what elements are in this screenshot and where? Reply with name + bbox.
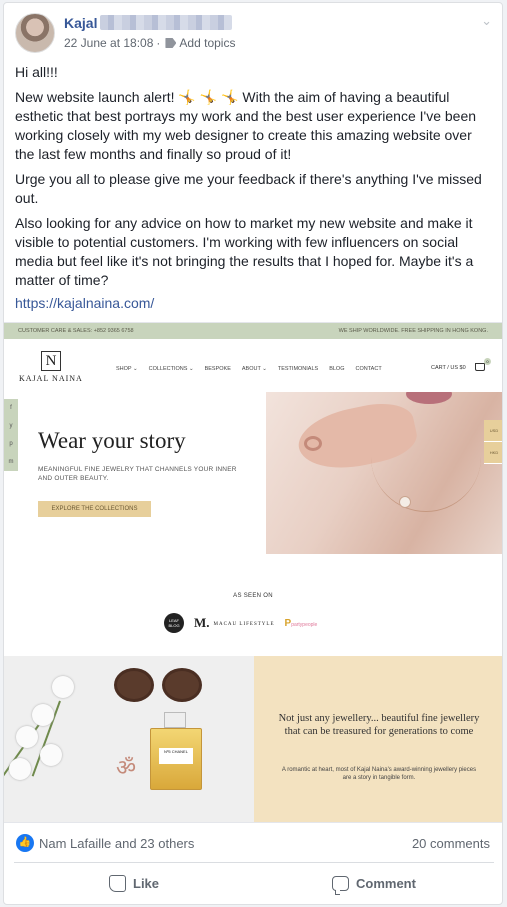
facebook-icon: f <box>10 405 12 411</box>
post-paragraph: Hi all!!! <box>15 64 58 80</box>
post-text: Hi all!!! New website launch alert! 🤸 🤸 … <box>15 63 495 296</box>
shipping-text: WE SHIP WORLDWIDE. FREE SHIPPING IN HONG… <box>338 328 488 334</box>
redacted-name <box>100 15 232 30</box>
pendant-icon <box>399 496 411 508</box>
add-topics-link[interactable]: Add topics <box>179 36 235 50</box>
website-link[interactable]: https://kajalnaina.com/ <box>15 295 154 311</box>
post-meta: 22 June at 18:08 · Add topics <box>64 36 235 50</box>
jewelry-model-photo <box>266 392 502 554</box>
flower-icon <box>40 744 62 766</box>
thumbs-up-icon <box>109 874 126 892</box>
as-seen-on-heading: AS SEEN ON <box>233 593 273 599</box>
comment-bubble-icon <box>332 875 349 895</box>
nav-item-bespoke: BESPOKE <box>204 366 231 372</box>
flower-icon <box>52 676 74 698</box>
post-paragraph: Also looking for any advice on how to ma… <box>15 215 474 288</box>
nav-item-about: ABOUT ⌄ <box>241 366 267 372</box>
author-name[interactable]: Kajal <box>64 15 97 31</box>
leaf-blog-logo: LEAF BLOG <box>164 613 184 633</box>
post-paragraph: New website launch alert! 🤸 🤸 🤸 With the… <box>15 89 477 162</box>
flower-icon <box>32 704 54 726</box>
macau-lifestyle-text: MACAU LIFESTYLE <box>213 621 275 627</box>
currency-usd: USD <box>484 420 502 442</box>
explore-collections-button: EXPLORE THE COLLECTIONS <box>38 501 151 517</box>
ring-icon <box>304 436 322 451</box>
press-logos: LEAF BLOG M. MACAU LIFESTYLE Ppartypeople <box>164 613 317 633</box>
comment-label: Comment <box>356 875 416 891</box>
comments-count[interactable]: 20 comments <box>412 836 490 851</box>
flower-icon <box>9 758 31 780</box>
preview-topbar: CUSTOMER CARE & SALES: +852 9365 6758 WE… <box>4 323 502 339</box>
flower-icon <box>16 726 38 748</box>
post-timestamp[interactable]: 22 June at 18:08 <box>64 36 153 50</box>
promo-title: Not just any jewellery... beautiful fine… <box>278 713 480 737</box>
promo-panel: Not just any jewellery... beautiful fine… <box>254 656 502 822</box>
twitter-icon: y <box>9 423 13 429</box>
macau-lifestyle-logo: M. MACAU LIFESTYLE <box>194 615 275 631</box>
perfume-cap <box>164 712 186 728</box>
macau-lifestyle-mark: M. <box>194 615 210 630</box>
like-button[interactable]: Like <box>109 871 159 895</box>
brand-logo-text: KAJAL NAINA <box>19 374 83 383</box>
perfume-label: Nº5 CHANEL <box>159 748 193 764</box>
post-paragraph: Urge you all to please give me your feed… <box>15 171 482 206</box>
partypeople-logo: Ppartypeople <box>285 618 318 629</box>
nav-item-testimonials: TESTIMONIALS <box>277 366 319 372</box>
customer-care-text: CUSTOMER CARE & SALES: +852 9365 6758 <box>18 328 134 334</box>
social-sidebar: f y p m <box>4 399 18 471</box>
promo-subtitle: A romantic at heart, most of Kajal Naina… <box>281 767 477 781</box>
chevron-down-icon[interactable]: ⌄ <box>481 13 492 29</box>
hero-title: Wear your story <box>38 428 186 453</box>
separator-dot: · <box>156 36 161 50</box>
flatlay-photo: ॐ Nº5 CHANEL <box>4 656 254 822</box>
currency-hkd: HKD <box>484 442 502 464</box>
website-preview-image[interactable]: CUSTOMER CARE & SALES: +852 9365 6758 WE… <box>4 322 502 823</box>
reactions-summary[interactable]: Nam Lafaille and 23 others <box>39 836 194 851</box>
tag-icon <box>165 38 177 48</box>
like-label: Like <box>133 875 160 891</box>
comment-button[interactable]: Comment <box>332 871 416 895</box>
like-reaction-icon[interactable]: 👍 <box>16 834 34 852</box>
nav-item-blog: BLOG <box>329 366 345 372</box>
model-lips <box>406 392 452 404</box>
sunglasses-icon <box>114 664 206 708</box>
post-header: Kajal 22 June at 18:08 · Add topics ⌄ <box>4 3 502 61</box>
nav-item-collections: COLLECTIONS ⌄ <box>148 366 194 372</box>
cart-count-badge: 0 <box>484 358 491 365</box>
post-card: Kajal 22 June at 18:08 · Add topics ⌄ Hi… <box>3 2 503 905</box>
lens-right <box>162 668 202 702</box>
necklace-chain <box>371 444 481 512</box>
email-icon: m <box>8 459 14 465</box>
lens-left <box>114 668 154 702</box>
cart-text: CART / US $0 <box>431 365 466 371</box>
pinterest-icon: p <box>9 441 13 447</box>
brand-logo-icon: N <box>41 351 61 371</box>
currency-switcher: USD HKD <box>484 420 502 464</box>
nav-item-shop: SHOP ⌄ <box>116 366 138 372</box>
hero-subtitle: MEANINGFUL FINE JEWELRY THAT CHANNELS YO… <box>38 466 237 482</box>
divider <box>14 862 494 863</box>
cart-icon <box>475 363 485 371</box>
nav-item-contact: CONTACT <box>355 366 382 372</box>
author-avatar[interactable] <box>15 13 55 53</box>
om-pendant-icon: ॐ <box>116 755 137 780</box>
partypeople-text: partypeople <box>291 621 318 628</box>
preview-nav: SHOP ⌄ COLLECTIONS ⌄ BESPOKE ABOUT ⌄ TES… <box>116 366 382 372</box>
